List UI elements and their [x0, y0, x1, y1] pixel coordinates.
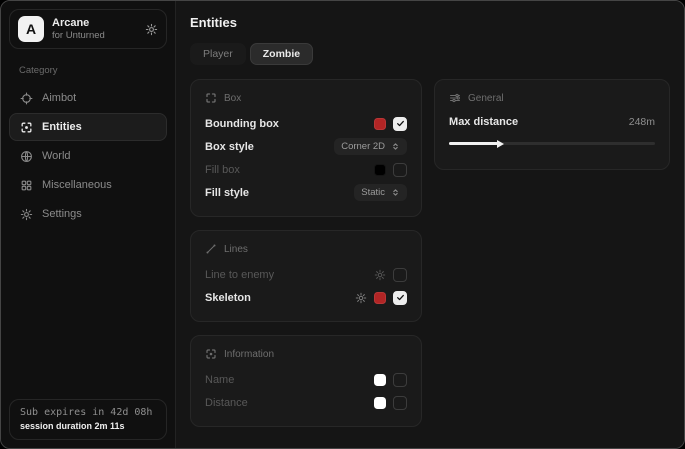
scan-icon	[205, 348, 217, 360]
scan-icon	[20, 121, 33, 134]
max-distance-value: 248m	[629, 116, 655, 128]
app-subtitle: for Unturned	[52, 30, 137, 41]
sidebar-item-label: Entities	[42, 121, 82, 133]
chevron-updown-icon	[391, 142, 400, 151]
gear-icon[interactable]	[145, 23, 158, 36]
box-card: Box Bounding box Box style Corne	[190, 79, 422, 217]
sub-expiry-text: Sub expires in 42d 08h	[20, 407, 156, 418]
card-title: General	[468, 93, 504, 104]
line-to-enemy-checkbox[interactable]	[393, 268, 407, 282]
session-duration-text: session duration 2m 11s	[20, 421, 156, 431]
app-name: Arcane	[52, 17, 137, 30]
color-swatch[interactable]	[374, 118, 386, 130]
tab-player[interactable]: Player	[190, 43, 246, 65]
slider-thumb[interactable]	[497, 140, 504, 148]
card-title: Information	[224, 349, 274, 360]
name-checkbox[interactable]	[393, 373, 407, 387]
setting-row-line-to-enemy: Line to enemy	[205, 263, 407, 286]
color-swatch[interactable]	[374, 292, 386, 304]
sidebar: A Arcane for Unturned Category Aimbot En…	[1, 1, 176, 448]
color-swatch[interactable]	[374, 397, 386, 409]
card-title: Box	[224, 93, 241, 104]
bounding-box-checkbox[interactable]	[393, 117, 407, 131]
setting-row-fill-style: Fill style Static	[205, 181, 407, 204]
sidebar-item-label: Miscellaneous	[42, 179, 112, 191]
sidebar-item-world[interactable]: World	[9, 142, 167, 170]
information-card: Information Name Distance	[190, 335, 422, 427]
subscription-card: Sub expires in 42d 08h session duration …	[9, 399, 167, 440]
box-style-dropdown[interactable]: Corner 2D	[334, 138, 407, 155]
sidebar-item-label: Aimbot	[42, 92, 76, 104]
sidebar-item-entities[interactable]: Entities	[9, 113, 167, 141]
color-swatch[interactable]	[374, 374, 386, 386]
setting-row-fill-box: Fill box	[205, 158, 407, 181]
entity-tabs: Player Zombie	[190, 43, 670, 65]
distance-checkbox[interactable]	[393, 396, 407, 410]
fill-box-checkbox[interactable]	[393, 163, 407, 177]
sidebar-item-miscellaneous[interactable]: Miscellaneous	[9, 171, 167, 199]
grid-icon	[20, 179, 33, 192]
card-title: Lines	[224, 244, 248, 255]
setting-row-name: Name	[205, 368, 407, 391]
fill-style-dropdown[interactable]: Static	[354, 184, 407, 201]
setting-row-max-distance: Max distance 248m	[449, 112, 655, 132]
setting-row-box-style: Box style Corner 2D	[205, 135, 407, 158]
sidebar-item-aimbot[interactable]: Aimbot	[9, 84, 167, 112]
tab-zombie[interactable]: Zombie	[250, 43, 313, 65]
setting-row-skeleton: Skeleton	[205, 286, 407, 309]
skeleton-checkbox[interactable]	[393, 291, 407, 305]
box-corners-icon	[205, 92, 217, 104]
gear-icon	[20, 208, 33, 221]
crosshair-icon	[20, 92, 33, 105]
sidebar-item-settings[interactable]: Settings	[9, 200, 167, 228]
main-content: Entities Player Zombie Box Bounding box	[176, 1, 684, 448]
sliders-icon	[449, 92, 461, 104]
setting-row-bounding-box: Bounding box	[205, 112, 407, 135]
brand-card: A Arcane for Unturned	[9, 9, 167, 49]
globe-icon	[20, 150, 33, 163]
lines-card: Lines Line to enemy Skeleton	[190, 230, 422, 322]
app-window: A Arcane for Unturned Category Aimbot En…	[0, 0, 685, 449]
general-card: General Max distance 248m	[434, 79, 670, 170]
setting-row-distance: Distance	[205, 391, 407, 414]
gear-icon[interactable]	[374, 269, 386, 281]
sidebar-item-label: World	[42, 150, 71, 162]
slider-fill	[449, 142, 498, 145]
chevron-updown-icon	[391, 188, 400, 197]
gear-icon[interactable]	[355, 292, 367, 304]
color-swatch[interactable]	[374, 164, 386, 176]
max-distance-slider[interactable]	[449, 142, 655, 145]
app-logo: A	[18, 16, 44, 42]
line-icon	[205, 243, 217, 255]
sidebar-nav: Aimbot Entities World Miscellaneous Sett…	[9, 84, 167, 228]
sidebar-item-label: Settings	[42, 208, 82, 220]
page-title: Entities	[190, 15, 670, 30]
category-label: Category	[19, 65, 157, 76]
